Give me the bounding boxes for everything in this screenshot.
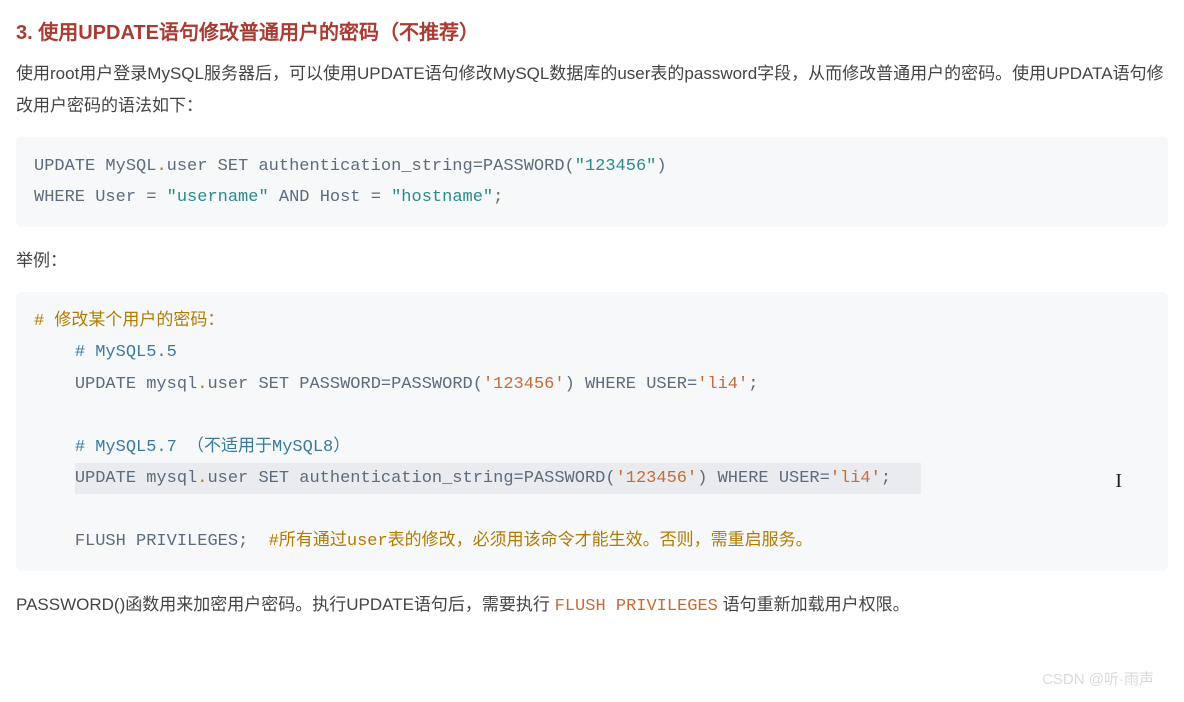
paren-open: ( — [605, 469, 615, 488]
identifier-tbl: user — [167, 157, 208, 176]
paren-open: ( — [565, 157, 575, 176]
function-password: PASSWORD — [524, 469, 606, 488]
keyword-where: WHERE — [585, 375, 636, 394]
identifier-col: authentication_string — [299, 469, 513, 488]
keyword-set: SET — [258, 375, 289, 394]
outro-paragraph: PASSWORD()函数用来加密用户密码。执行UPDATE语句后，需要执行 FL… — [16, 589, 1168, 623]
comment-v55: # MySQL5.5 — [75, 343, 177, 362]
inline-code-flush: FLUSH PRIVILEGES — [555, 597, 718, 616]
dot: . — [197, 375, 207, 394]
identifier-usercol: User — [95, 188, 136, 207]
string-pwd: "123456" — [575, 157, 657, 176]
equals: = — [514, 469, 524, 488]
keyword-flush: FLUSH — [75, 532, 126, 551]
identifier-usercol: USER — [646, 375, 687, 394]
semicolon: ; — [748, 375, 758, 394]
semicolon: ; — [493, 188, 503, 207]
keyword-set: SET — [258, 469, 289, 488]
identifier-db: MySQL — [105, 157, 156, 176]
keyword-privileges: PRIVILEGES — [136, 532, 238, 551]
identifier-col: authentication_string — [258, 157, 472, 176]
function-password: PASSWORD — [483, 157, 565, 176]
watermark: CSDN @听·雨声 — [1042, 666, 1154, 695]
highlighted-line: UPDATE mysql.user SET authentication_str… — [75, 463, 921, 494]
comment-flush: #所有通过user表的修改，必须用该命令才能生效。否则，需重启服务。 — [269, 532, 813, 551]
identifier-hostcol: Host — [320, 188, 361, 207]
paren-close: ) — [656, 157, 666, 176]
identifier-tbl: user — [207, 469, 248, 488]
identifier-usercol: USER — [779, 469, 820, 488]
function-password: PASSWORD — [391, 375, 473, 394]
equals: = — [381, 375, 391, 394]
dot: . — [197, 469, 207, 488]
paren-close: ) — [697, 469, 707, 488]
identifier-db: mysql — [146, 375, 197, 394]
equals: = — [371, 188, 381, 207]
string-pwd: '123456' — [616, 469, 698, 488]
keyword-set: SET — [218, 157, 249, 176]
keyword-and: AND — [279, 188, 310, 207]
keyword-update: UPDATE — [34, 157, 95, 176]
equals: = — [473, 157, 483, 176]
semicolon: ; — [881, 469, 891, 488]
paren-close: ) — [565, 375, 575, 394]
keyword-update: UPDATE — [75, 469, 136, 488]
outro-text-after: 语句重新加载用户权限。 — [718, 595, 910, 614]
comment-top: # 修改某个用户的密码： — [34, 312, 224, 331]
text-cursor-icon: I — [1115, 463, 1122, 500]
comment-v57: # MySQL5.7 （不适用于MySQL8） — [75, 438, 350, 457]
code-block-example: # 修改某个用户的密码： # MySQL5.5 UPDATE mysql.use… — [16, 292, 1168, 572]
identifier-db: mysql — [146, 469, 197, 488]
identifier-col: PASSWORD — [299, 375, 381, 394]
keyword-where: WHERE — [34, 188, 85, 207]
code-block-syntax: UPDATE MySQL.user SET authentication_str… — [16, 137, 1168, 228]
equals: = — [687, 375, 697, 394]
intro-paragraph: 使用root用户登录MySQL服务器后，可以使用UPDATE语句修改MySQL数… — [16, 58, 1168, 123]
string-user: 'li4' — [830, 469, 881, 488]
string-user: 'li4' — [697, 375, 748, 394]
dot: . — [156, 157, 166, 176]
identifier-tbl: user — [207, 375, 248, 394]
example-label: 举例： — [16, 245, 1168, 277]
outro-text-before: PASSWORD()函数用来加密用户密码。执行UPDATE语句后，需要执行 — [16, 595, 555, 614]
equals: = — [146, 188, 156, 207]
string-username: "username" — [167, 188, 269, 207]
keyword-update: UPDATE — [75, 375, 136, 394]
paren-open: ( — [473, 375, 483, 394]
keyword-where: WHERE — [718, 469, 769, 488]
section-heading: 3. 使用UPDATE语句修改普通用户的密码（不推荐） — [16, 14, 1168, 52]
equals: = — [820, 469, 830, 488]
semicolon: ; — [238, 532, 248, 551]
string-pwd: '123456' — [483, 375, 565, 394]
string-hostname: "hostname" — [391, 188, 493, 207]
